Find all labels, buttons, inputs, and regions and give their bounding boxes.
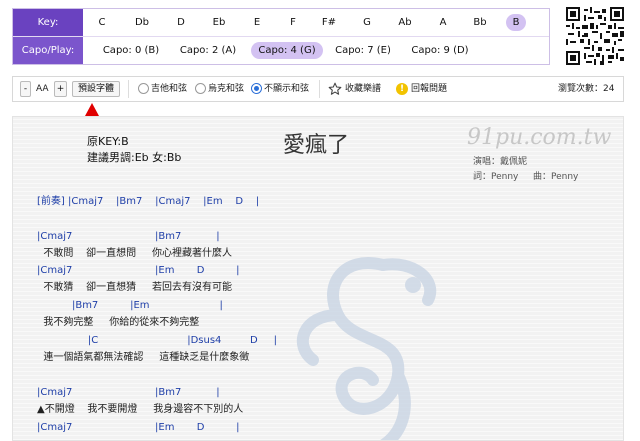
star-icon[interactable] (328, 82, 342, 96)
key-option-d[interactable]: D (170, 14, 192, 31)
suggested-key: 建議男調:Eb 女:Bb (87, 151, 182, 164)
key-option-f[interactable]: F (282, 14, 304, 31)
singer-credit: 演唱：戴佩妮 (473, 157, 528, 167)
view-count: 瀏覽次數：24 (558, 84, 615, 94)
key-option-eb[interactable]: Eb (208, 14, 230, 31)
composer-credit: 曲：Penny (533, 172, 579, 182)
font-decrease-button[interactable]: - (20, 81, 31, 97)
warning-icon: ! (396, 83, 408, 95)
ukulele-chord-label: 烏克和弦 (208, 84, 245, 94)
hide-chord-radio[interactable] (251, 83, 262, 94)
chord-line: |Cmaj7 |Bm7 | (37, 231, 220, 242)
capo-option-9[interactable]: Capo: 9 (D) (406, 42, 474, 59)
song-title: 愛瘋了 (283, 133, 350, 158)
key-selector: Key: C Db D Eb E F F# G Ab A Bb B Capo/P… (12, 8, 550, 65)
toolbar-divider (128, 80, 129, 98)
qr-code-icon (566, 7, 624, 65)
red-arrow-indicator-icon (85, 103, 99, 116)
capo-row: Capo/Play: Capo: 0 (B) Capo: 2 (A) Capo:… (13, 37, 549, 64)
site-logo: 91pu.com.tw (467, 125, 612, 150)
chord-line: |Bm7 |Em | (37, 300, 223, 311)
lyric-line: 連一個語氣都無法確認 這種缺乏是什麼象徵 (37, 352, 250, 363)
chord-line-intro: [前奏] |Cmaj7 |Bm7 |Cmaj7 |Em D | (37, 196, 260, 207)
guitar-chord-radio[interactable] (138, 83, 149, 94)
original-key: 原KEY:B (87, 135, 129, 148)
key-option-b[interactable]: B (506, 14, 526, 31)
ukulele-chord-radio[interactable] (195, 83, 206, 94)
key-option-g[interactable]: G (356, 14, 378, 31)
key-row: Key: C Db D Eb E F F# G Ab A Bb B (13, 9, 549, 37)
key-label: Key: (13, 9, 83, 36)
capo-option-2[interactable]: Capo: 2 (A) (174, 42, 242, 59)
key-option-fsharp[interactable]: F# (317, 14, 341, 31)
lyricist-credit: 詞：Penny (473, 172, 519, 182)
capo-label: Capo/Play: (13, 37, 83, 64)
key-option-ab[interactable]: Ab (394, 14, 416, 31)
chord-line: |Cmaj7 |Em D | (37, 265, 240, 276)
toolbar-divider (319, 80, 320, 98)
lyric-line: ▲不開燈 我不要開燈 我身邊容不下別的人 (37, 404, 244, 415)
key-option-bb[interactable]: Bb (469, 14, 491, 31)
capo-option-0[interactable]: Capo: 0 (B) (97, 42, 165, 59)
capo-option-7[interactable]: Capo: 7 (E) (329, 42, 397, 59)
toolbar: - AA + 預設字體 吉他和弦 烏克和弦 不顯示和弦 收藏樂譜 ! 回報問題 … (12, 76, 624, 102)
font-size-label: AA (36, 84, 49, 94)
key-option-db[interactable]: Db (131, 14, 153, 31)
lyric-line: 不敢問 卻一直想問 你心裡藏著什麼人 (37, 248, 232, 259)
guitar-chord-label: 吉他和弦 (151, 84, 188, 94)
font-increase-button[interactable]: + (54, 81, 67, 97)
favorite-button[interactable]: 收藏樂譜 (345, 81, 381, 97)
key-option-a[interactable]: A (432, 14, 454, 31)
seahorse-watermark-icon (296, 257, 437, 440)
key-option-c[interactable]: C (91, 14, 113, 31)
lyric-line: 不敢猜 卻一直想猜 若回去有沒有可能 (37, 282, 232, 293)
capo-option-4[interactable]: Capo: 4 (G) (251, 42, 323, 59)
chord-sheet: 原KEY:B 建議男調:Eb 女:Bb 愛瘋了 91pu.com.tw 演唱：戴… (12, 116, 624, 441)
chord-line: |Cmaj7 |Bm7 | (37, 387, 220, 398)
chord-line: |C |Dsus4 D | (37, 335, 277, 346)
key-option-e[interactable]: E (246, 14, 268, 31)
report-button[interactable]: 回報問題 (411, 81, 447, 97)
default-font-button[interactable]: 預設字體 (72, 81, 120, 97)
lyric-line: 我不夠完整 你給的從來不夠完整 (37, 317, 200, 328)
hide-chord-label: 不顯示和弦 (264, 84, 310, 94)
chord-line: |Cmaj7 |Em D | (37, 422, 240, 433)
